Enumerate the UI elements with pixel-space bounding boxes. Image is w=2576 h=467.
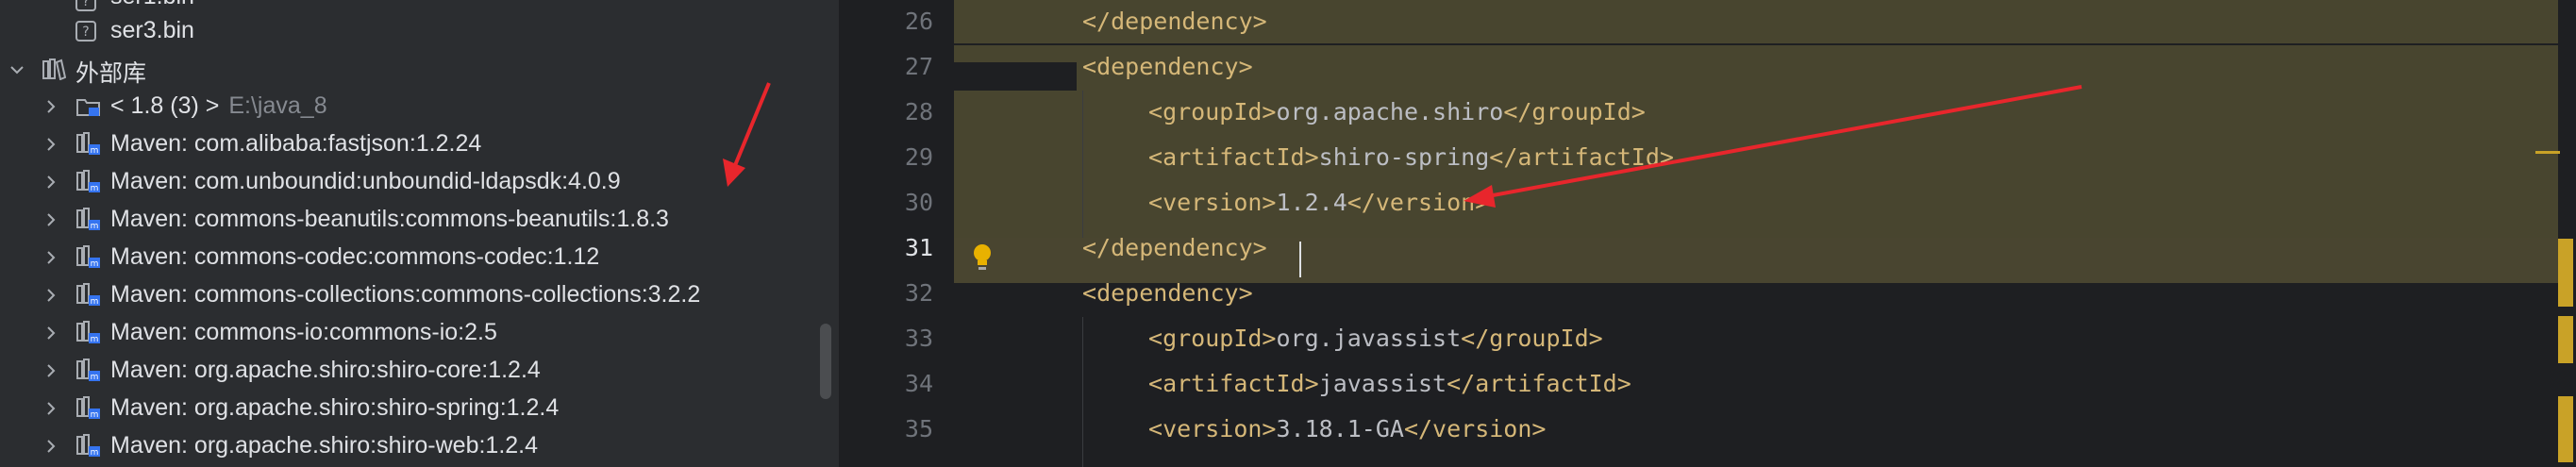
line-number: 30 — [904, 189, 933, 216]
line-number: 34 — [904, 370, 933, 397]
project-tree-panel: ? ser1.bin ? ser3.bin 外部库 < 1.8 (3) >E:\… — [0, 0, 839, 467]
line-number: 31 — [904, 234, 933, 261]
line-number: 33 — [904, 325, 933, 352]
annotation-arrow — [1464, 85, 2083, 208]
line-number: 27 — [904, 53, 933, 80]
stripe-marker[interactable] — [2558, 239, 2573, 307]
line-number: 28 — [904, 98, 933, 125]
line-number: 32 — [904, 279, 933, 307]
stripe-marker[interactable] — [2535, 151, 2560, 154]
line-number: 35 — [904, 415, 933, 442]
line-number: 29 — [904, 143, 933, 171]
stripe-marker[interactable] — [2558, 396, 2573, 462]
editor-error-stripe[interactable] — [2535, 0, 2576, 467]
line-number: 26 — [904, 8, 933, 35]
annotation-arrow — [723, 82, 771, 187]
line-number-gutter: 26 27 28 29 30 31 32 33 34 35 — [841, 0, 954, 467]
stripe-marker[interactable] — [2558, 316, 2573, 363]
